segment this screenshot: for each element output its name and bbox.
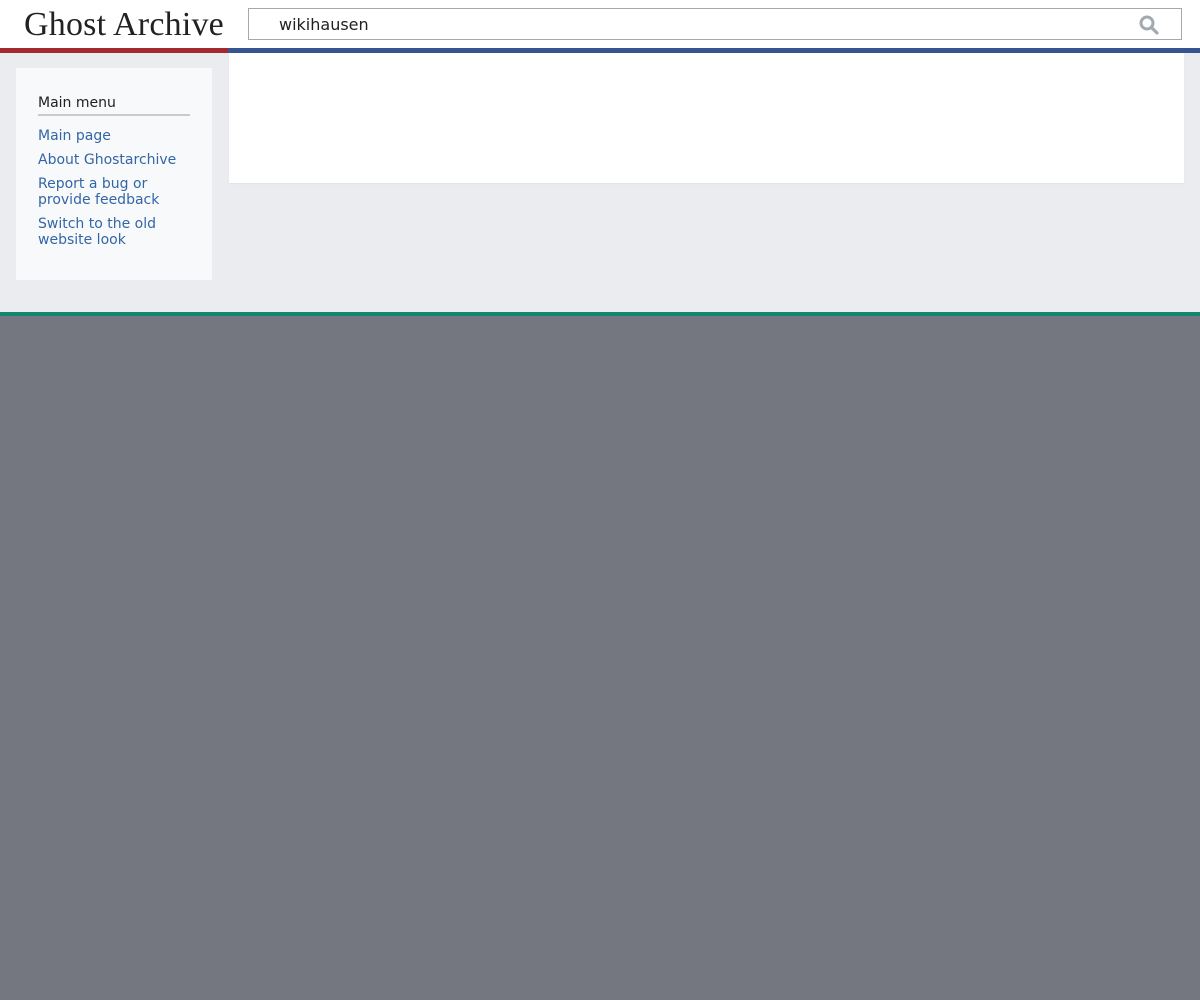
sidebar: Main menu Main page About Ghostarchive R…: [16, 68, 212, 280]
menu-item-about[interactable]: About Ghostarchive: [38, 152, 198, 168]
menu-item-report-bug[interactable]: Report a bug or provide feedback: [38, 176, 198, 208]
menu-item-switch-old-look[interactable]: Switch to the old website look: [38, 216, 198, 248]
main-content: [229, 53, 1184, 183]
search-icon[interactable]: [1139, 15, 1159, 35]
search-box[interactable]: [248, 8, 1182, 40]
site-logo[interactable]: Ghost Archive: [0, 0, 228, 53]
menu-item-main-page[interactable]: Main page: [38, 128, 198, 144]
main-menu-heading: Main menu: [38, 94, 190, 116]
main-menu-list: Main page About Ghostarchive Report a bu…: [38, 128, 198, 256]
site-header: Ghost Archive: [0, 0, 1200, 53]
search-input[interactable]: [279, 9, 1099, 39]
footer: [0, 316, 1200, 1000]
search-bar: [228, 0, 1200, 53]
site-name[interactable]: Ghost Archive: [24, 6, 224, 44]
page-area: Main menu Main page About Ghostarchive R…: [0, 53, 1200, 312]
